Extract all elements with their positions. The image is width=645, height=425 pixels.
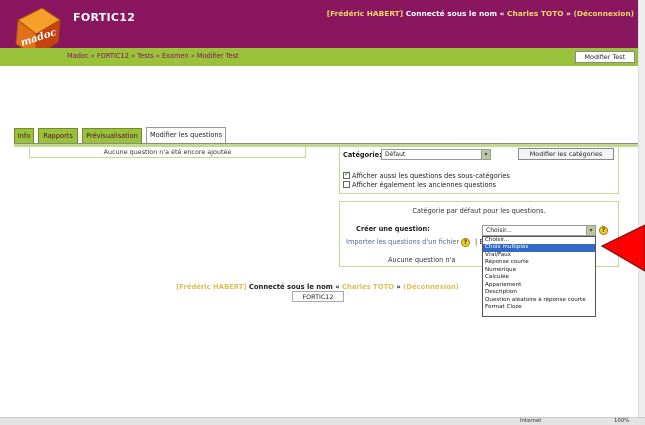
breadcrumb-fortic12[interactable]: FORTIC12 (97, 52, 129, 60)
subcategories-checkbox-row[interactable]: Afficher aussi les questions des sous-ca… (343, 170, 510, 180)
vertical-scrollbar[interactable] (638, 0, 645, 425)
browser-status-bar (0, 417, 645, 425)
dropdown-option[interactable]: Format Cloze (483, 304, 595, 311)
old-questions-checkbox[interactable] (343, 181, 350, 188)
old-questions-checkbox-label: Afficher également les anciennes questio… (352, 181, 497, 189)
dropdown-option[interactable]: Numérique (483, 267, 595, 274)
footer-logout-link[interactable]: (Déconnexion) (403, 283, 459, 291)
dropdown-option[interactable]: Choix multiples (483, 244, 595, 252)
old-questions-checkbox-row[interactable]: Afficher également les anciennes questio… (343, 181, 496, 189)
browser-page: FORTIC12 [Frédéric HABERT] Connecté sous… (0, 0, 645, 425)
edit-categories-button[interactable]: Modifier les catégories (518, 148, 614, 160)
breadcrumb-separator: » (155, 52, 160, 60)
status-zone-text: Internet (520, 418, 542, 424)
footer-alias-link[interactable]: Charles TOTO (342, 283, 394, 291)
create-question-label: Créer une question: (356, 225, 430, 233)
dropdown-option[interactable]: Description (483, 289, 595, 296)
login-close-quote: » (566, 9, 571, 18)
login-user-link[interactable]: [Frédéric HABERT] (327, 9, 403, 18)
breadcrumb-separator: » (131, 52, 136, 60)
category-select-value: Défaut (385, 151, 406, 158)
dropdown-option[interactable]: Calculée (483, 274, 595, 281)
footer-connected-text: Connecté sous le nom « (248, 283, 340, 291)
dropdown-option[interactable]: Question aléatoire à réponse courte (483, 297, 595, 304)
question-type-select[interactable]: Choisir... ▾ (482, 225, 596, 236)
subcategories-checkbox[interactable] (343, 170, 350, 179)
breadcrumb-current: Modifier Test (196, 52, 239, 60)
default-category-text: Catégorie par défaut pour les questions. (412, 207, 546, 215)
import-questions-link[interactable]: Importer les questions d'un fichier (346, 238, 459, 246)
category-label: Catégorie: (343, 151, 382, 159)
footer-user-link[interactable]: [Frédéric HABERT] (176, 283, 246, 291)
dropdown-option[interactable]: Réponse courte (483, 259, 595, 266)
dropdown-option[interactable]: Vrai/Faux (483, 252, 595, 259)
breadcrumb: Madoc » FORTIC12 » Tests » Examen » Modi… (67, 52, 239, 60)
tab-previsualisation[interactable]: Prévisualisation (82, 128, 142, 144)
breadcrumb-separator: » (90, 52, 95, 60)
dropdown-option[interactable]: Appariement (483, 282, 595, 289)
login-alias-link[interactable]: Charles TOTO (507, 9, 563, 18)
tab-rapports[interactable]: Rapports (38, 128, 78, 144)
chevron-down-icon[interactable]: ▾ (586, 226, 595, 235)
login-connected-text: Connecté sous le nom « (405, 9, 505, 18)
footer-course-button[interactable]: FORTIC12 (292, 291, 344, 302)
site-title[interactable]: FORTIC12 (73, 11, 135, 24)
help-icon[interactable]: ? (461, 238, 470, 247)
dropdown-option[interactable]: Choisir... (483, 237, 595, 244)
tab-info[interactable]: Info (14, 128, 34, 144)
breadcrumb-tests[interactable]: Tests (137, 52, 153, 60)
navigation-bar: Madoc » FORTIC12 » Tests » Examen » Modi… (0, 48, 638, 66)
no-questions-message: Aucune question n'a été encore ajoutée (29, 146, 306, 158)
logout-link[interactable]: (Déconnexion) (573, 9, 634, 18)
breadcrumb-examen[interactable]: Examen (162, 52, 189, 60)
login-info: [Frédéric HABERT] Connecté sous le nom «… (327, 9, 634, 18)
breadcrumb-separator: » (190, 52, 195, 60)
site-header: FORTIC12 [Frédéric HABERT] Connecté sous… (0, 0, 638, 48)
no-questions-category-text: Aucune question n'a (388, 256, 456, 264)
status-zoom-text[interactable]: 100% (614, 418, 629, 424)
breadcrumb-madoc[interactable]: Madoc (67, 52, 89, 60)
modify-test-button[interactable]: Modifier Test (574, 51, 635, 63)
footer-close-quote: » (396, 283, 401, 291)
category-select[interactable]: Défaut ▾ (381, 149, 491, 160)
question-type-select-value: Choisir... (486, 227, 512, 234)
question-type-dropdown[interactable]: Choisir... Choix multiples Vrai/Faux Répons… (482, 236, 596, 317)
red-arrow-icon (600, 224, 645, 272)
subcategories-checkbox-label: Afficher aussi les questions des sous-ca… (352, 172, 510, 180)
chevron-down-icon[interactable]: ▾ (481, 150, 490, 159)
